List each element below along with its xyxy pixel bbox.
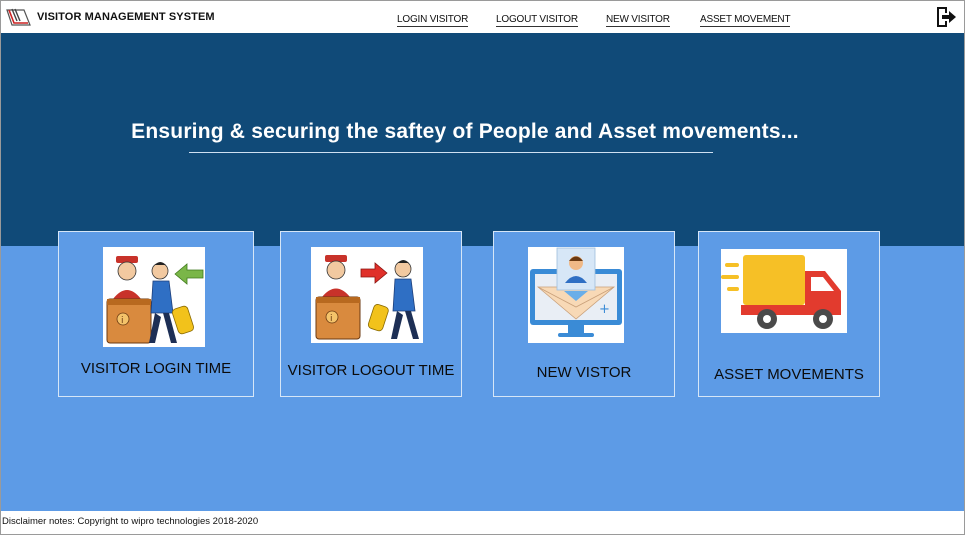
new-visitor-icon: +: [530, 247, 622, 337]
visitor-logout-card[interactable]: i VISITOR LOGOUT TIME: [280, 231, 462, 397]
delivery-truck-icon: [721, 255, 841, 329]
visitor-login-icon: i: [106, 256, 204, 344]
hero-tagline: Ensuring & securing the saftey of People…: [131, 120, 799, 143]
asset-movement-label: ASSET MOVEMENTS: [714, 366, 864, 383]
tagline-divider: [189, 152, 713, 153]
svg-text:i: i: [330, 314, 333, 324]
footer: Disclaimer notes: Copyright to wipro tec…: [1, 511, 964, 533]
nav-logout-visitor[interactable]: LOGOUT VISITOR: [496, 14, 578, 27]
nav-login-visitor[interactable]: LOGIN VISITOR: [397, 14, 468, 27]
visitor-logout-icon: i: [315, 255, 419, 340]
asset-movement-card[interactable]: ASSET MOVEMENTS: [698, 231, 880, 397]
asset-movement-image: [721, 249, 847, 333]
visitor-logout-image: i: [311, 247, 423, 343]
app-logo-icon: [6, 8, 31, 26]
visitor-logout-label: VISITOR LOGOUT TIME: [287, 362, 455, 379]
new-visitor-card[interactable]: + NEW VISTOR: [493, 231, 675, 397]
new-visitor-image: +: [528, 247, 624, 343]
svg-text:i: i: [121, 316, 124, 326]
svg-text:+: +: [599, 302, 610, 317]
top-bar: VISITOR MANAGEMENT SYSTEM LOGIN VISITOR …: [1, 1, 964, 32]
nav-asset-movement[interactable]: ASSET MOVEMENT: [700, 14, 791, 27]
nav-new-visitor[interactable]: NEW VISITOR: [606, 14, 670, 27]
disclaimer-text: Disclaimer notes: Copyright to wipro tec…: [2, 516, 259, 527]
visitor-login-card[interactable]: i VISITOR LOGIN TIME: [58, 231, 254, 397]
new-visitor-label: NEW VISTOR: [536, 364, 632, 381]
exit-icon[interactable]: [934, 5, 958, 29]
visitor-login-image: i: [103, 247, 205, 347]
visitor-login-label: VISITOR LOGIN TIME: [80, 360, 232, 377]
app-title: VISITOR MANAGEMENT SYSTEM: [37, 11, 215, 23]
